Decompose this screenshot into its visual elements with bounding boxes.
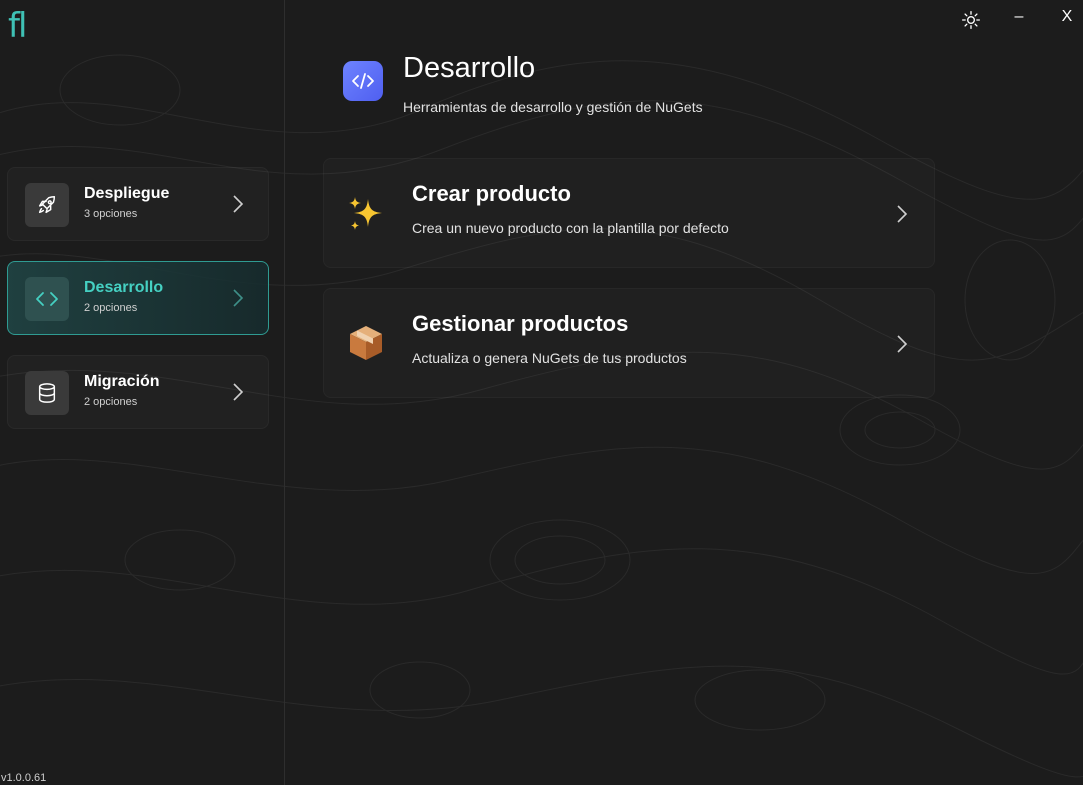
chevron-right-icon bbox=[897, 205, 908, 223]
sidebar-item-migracion[interactable]: Migración 2 opciones bbox=[7, 355, 269, 429]
card-description: Actualiza o genera NuGets de tus product… bbox=[412, 350, 687, 366]
page-subtitle: Herramientas de desarrollo y gestión de … bbox=[403, 99, 703, 115]
sidebar-item-subtitle: 2 opciones bbox=[84, 302, 138, 314]
app-version: v1.0.0.61 bbox=[1, 772, 47, 784]
card-crear-producto[interactable]: Crear producto Crea un nuevo producto co… bbox=[323, 158, 935, 268]
code-icon bbox=[25, 277, 69, 321]
sidebar-item-title: Migración bbox=[84, 373, 160, 390]
card-title: Crear producto bbox=[412, 181, 571, 206]
sidebar-item-despliegue[interactable]: Despliegue 3 opciones bbox=[7, 167, 269, 241]
theme-toggle-sun-icon[interactable] bbox=[961, 10, 981, 30]
sidebar-item-subtitle: 3 opciones bbox=[84, 208, 138, 220]
database-icon bbox=[25, 371, 69, 415]
close-button[interactable]: X bbox=[1059, 8, 1075, 26]
app-logo: fl bbox=[8, 6, 27, 46]
sidebar: fl Despliegue 3 opciones Desarrollo 2 op… bbox=[0, 0, 285, 785]
sidebar-item-subtitle: 2 opciones bbox=[84, 396, 138, 408]
chevron-right-icon bbox=[233, 195, 244, 213]
chevron-right-icon bbox=[233, 383, 244, 401]
sidebar-item-title: Desarrollo bbox=[84, 279, 164, 296]
code-icon bbox=[343, 61, 383, 101]
window-controls: – X bbox=[943, 0, 1083, 40]
package-icon bbox=[350, 326, 382, 360]
minimize-button[interactable]: – bbox=[1011, 8, 1027, 26]
sidebar-item-title: Despliegue bbox=[84, 185, 170, 202]
rocket-icon bbox=[25, 183, 69, 227]
sidebar-item-desarrollo[interactable]: Desarrollo 2 opciones bbox=[7, 261, 269, 335]
sparkles-icon bbox=[349, 197, 382, 230]
card-description: Crea un nuevo producto con la plantilla … bbox=[412, 220, 729, 236]
page-title: Desarrollo bbox=[403, 52, 536, 84]
chevron-right-icon bbox=[897, 335, 908, 353]
card-title: Gestionar productos bbox=[412, 311, 629, 336]
card-gestionar-productos[interactable]: Gestionar productos Actualiza o genera N… bbox=[323, 288, 935, 398]
chevron-right-icon bbox=[233, 289, 244, 307]
